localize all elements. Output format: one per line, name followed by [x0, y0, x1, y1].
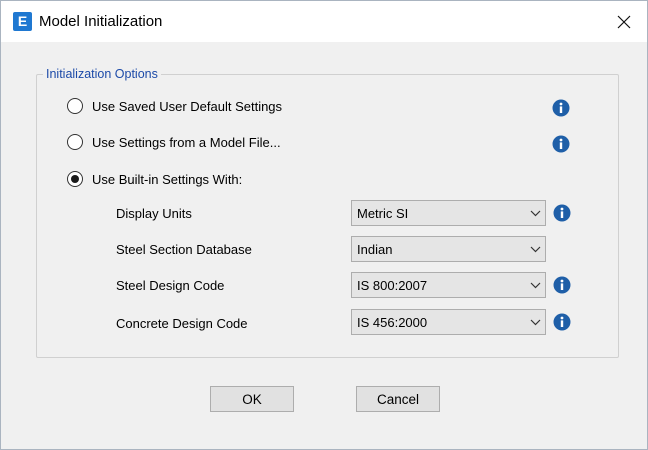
cancel-button[interactable]: Cancel: [356, 386, 440, 412]
info-icon[interactable]: [553, 204, 571, 222]
radio-label: Use Built-in Settings With:: [92, 171, 243, 187]
etabs-app-icon: E: [13, 12, 32, 31]
steel-code-label: Steel Design Code: [116, 278, 225, 293]
radio-saved-user-defaults[interactable]: Use Saved User Default Settings: [67, 98, 282, 114]
dropdown-value: Metric SI: [357, 205, 409, 221]
radio-button-selected[interactable]: [67, 171, 83, 187]
info-icon[interactable]: [552, 135, 570, 153]
steel-database-label: Steel Section Database: [116, 242, 252, 257]
dropdown-value: IS 456:2000: [357, 314, 428, 330]
title-bar: E Model Initialization: [1, 1, 647, 42]
group-legend: Initialization Options: [43, 67, 161, 81]
dropdown-value: IS 800:2007: [357, 277, 428, 293]
close-icon: [617, 15, 631, 28]
radio-button[interactable]: [67, 98, 83, 114]
radio-label: Use Saved User Default Settings: [92, 98, 283, 114]
window-title: Model Initialization: [39, 13, 163, 30]
concrete-code-dropdown[interactable]: IS 456:2000: [351, 309, 546, 335]
radio-model-file-settings[interactable]: Use Settings from a Model File...: [67, 134, 281, 150]
dropdown-value: Indian: [357, 241, 393, 257]
ok-button[interactable]: OK: [210, 386, 294, 412]
radio-button[interactable]: [67, 134, 83, 150]
chevron-down-icon: [525, 236, 545, 262]
steel-code-dropdown[interactable]: IS 800:2007: [351, 272, 546, 298]
chevron-down-icon: [525, 309, 545, 335]
info-icon[interactable]: [553, 313, 571, 331]
info-icon[interactable]: [552, 99, 570, 117]
radio-built-in-settings[interactable]: Use Built-in Settings With:: [67, 171, 242, 187]
chevron-down-icon: [525, 200, 545, 226]
close-button[interactable]: [601, 1, 647, 42]
chevron-down-icon: [525, 272, 545, 298]
concrete-code-label: Concrete Design Code: [116, 316, 248, 331]
radio-label: Use Settings from a Model File...: [92, 134, 281, 150]
steel-database-dropdown[interactable]: Indian: [351, 236, 546, 262]
display-units-label: Display Units: [116, 206, 192, 221]
info-icon[interactable]: [553, 276, 571, 294]
model-initialization-dialog: E Model Initialization Initialization Op…: [0, 0, 648, 450]
display-units-dropdown[interactable]: Metric SI: [351, 200, 546, 226]
